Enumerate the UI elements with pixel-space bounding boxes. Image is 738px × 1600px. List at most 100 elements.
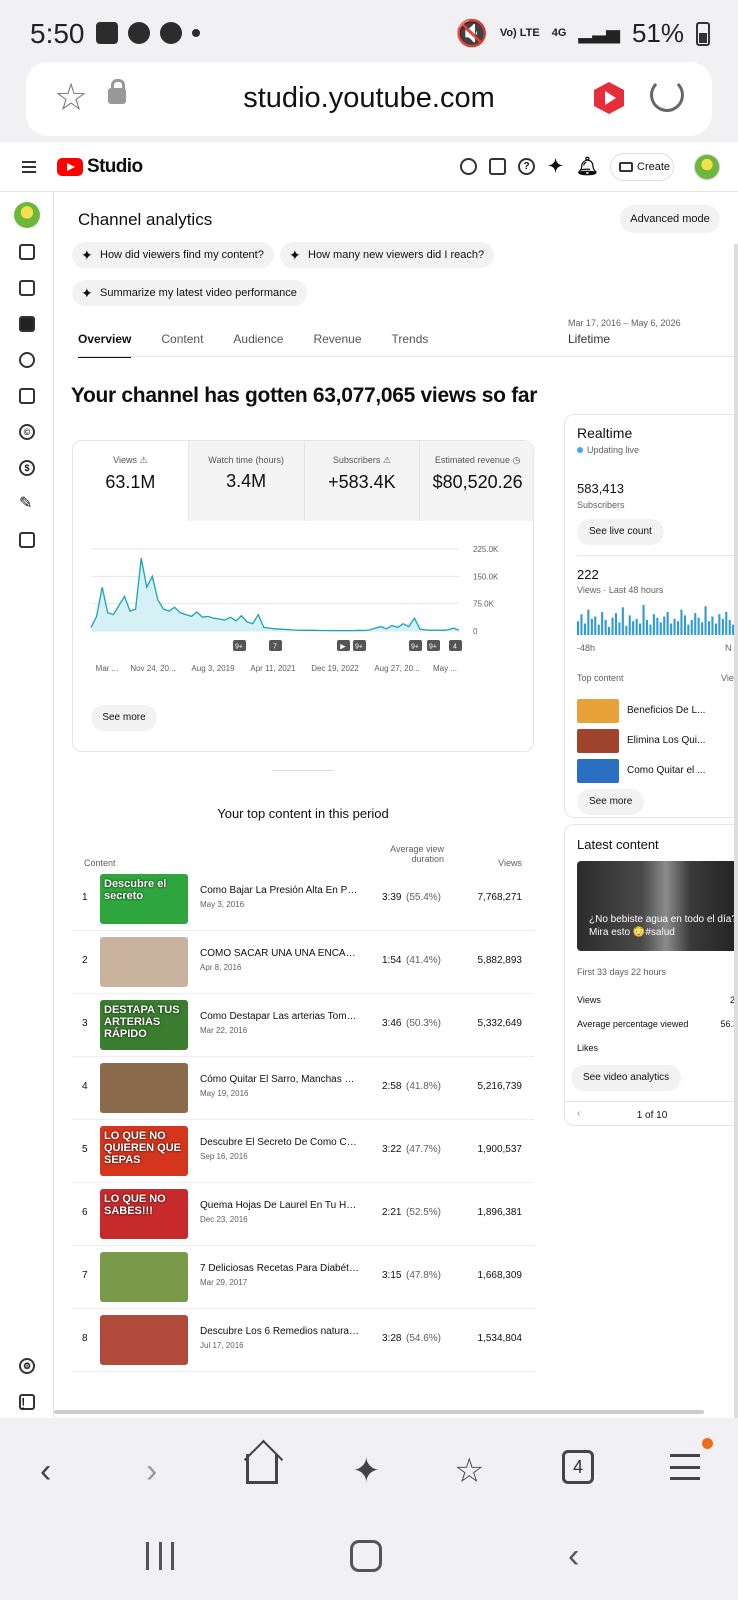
- audio-library-icon[interactable]: [19, 532, 35, 548]
- tab-trends[interactable]: Trends: [392, 332, 429, 346]
- table-row[interactable]: 7 7 Deliciosas Recetas Para Diabético... M…: [72, 1246, 534, 1309]
- video-thumbnail[interactable]: Descubre el secreto: [100, 874, 188, 924]
- system-back-icon[interactable]: ‹: [568, 1539, 579, 1573]
- messenger-icon: [128, 22, 150, 44]
- content-icon[interactable]: [19, 280, 35, 296]
- metric-subscribers[interactable]: Subscribers ⚠ +583.4K: [304, 441, 421, 521]
- vertical-scrollbar[interactable]: [734, 244, 738, 1418]
- video-title[interactable]: Quema Hojas De Laurel En Tu Hoga...: [200, 1200, 360, 1211]
- analytics-icon[interactable]: [19, 316, 35, 332]
- create-button[interactable]: Create: [610, 153, 674, 181]
- bookmarks-icon[interactable]: ☆: [454, 1454, 484, 1488]
- video-title[interactable]: Descubre Los 6 Remedios natural ...: [200, 1326, 360, 1337]
- video-thumbnail[interactable]: [100, 1315, 188, 1365]
- video-views: 1,900,537: [477, 1144, 523, 1155]
- realtime-item[interactable]: Elimina Los Qui...: [577, 729, 737, 755]
- copyright-icon[interactable]: ©: [19, 424, 35, 440]
- video-title[interactable]: COMO SACAR UNA UÑA ENCARNA...: [200, 948, 360, 959]
- metric-watch-time[interactable]: Watch time (hours) 3.4M: [188, 441, 305, 521]
- video-thumbnail[interactable]: DESTAPA TUS ARTERIAS RÁPIDO: [100, 1000, 188, 1050]
- video-thumbnail[interactable]: [100, 1252, 188, 1302]
- settings-gear-icon[interactable]: ⚙: [19, 1358, 35, 1374]
- reload-icon[interactable]: [650, 78, 684, 112]
- realtime-bar: [590, 618, 593, 635]
- video-thumbnail[interactable]: LO QUE NO QUIEREN QUE SEPAS: [100, 1126, 188, 1176]
- see-live-count-button[interactable]: See live count: [577, 519, 664, 545]
- row-rank: 6: [82, 1207, 88, 1218]
- ai-sparkle-icon[interactable]: ✦: [547, 157, 564, 175]
- dashboard-icon[interactable]: [19, 244, 35, 260]
- metric-views[interactable]: Views ⚠ 63.1M: [73, 441, 189, 521]
- latest-video-thumbnail[interactable]: ¿No bebiste agua en todo el día? Mira es…: [577, 861, 738, 951]
- realtime-item[interactable]: Como Quitar el ...: [577, 759, 737, 785]
- table-row[interactable]: 1 Descubre el secreto Como Bajar La Presió…: [72, 868, 534, 931]
- earn-icon[interactable]: $: [19, 460, 35, 476]
- date-range[interactable]: Mar 17, 2016 – May 6, 2026: [568, 318, 681, 328]
- subtitles-icon[interactable]: [19, 388, 35, 404]
- views-line-chart[interactable]: 225.0K 150.0K 75.0K 0 9+ 7 ▶ 9+ 9+ 9+ 4 Mar ... Nov …: [73, 521, 534, 701]
- tab-content[interactable]: Content: [161, 332, 203, 346]
- search-icon[interactable]: [460, 158, 477, 175]
- avg-view-duration: 3:15: [382, 1270, 402, 1281]
- realtime-item-thumbnail: [577, 759, 619, 783]
- tab-audience[interactable]: Audience: [233, 332, 283, 346]
- video-thumbnail[interactable]: [100, 937, 188, 987]
- see-video-analytics-button[interactable]: See video analytics: [571, 1065, 682, 1091]
- horizontal-scrollbar[interactable]: [54, 1410, 704, 1414]
- back-icon[interactable]: ‹: [40, 1454, 51, 1488]
- feedback-icon[interactable]: [489, 158, 506, 175]
- realtime-item-title: Beneficios De L...: [627, 705, 706, 716]
- tab-revenue[interactable]: Revenue: [313, 332, 361, 346]
- forward-icon[interactable]: ›: [146, 1454, 157, 1488]
- video-title[interactable]: Cómo Quitar El Sarro, Manchas Y S...: [200, 1074, 360, 1085]
- realtime-bar: [666, 611, 669, 635]
- video-thumbnail[interactable]: [100, 1063, 188, 1113]
- realtime-see-more-button[interactable]: See more: [577, 789, 645, 815]
- table-row[interactable]: 4 Cómo Quitar El Sarro, Manchas Y S... May…: [72, 1057, 534, 1120]
- tab-overview[interactable]: Overview: [78, 332, 132, 358]
- system-home-icon[interactable]: [350, 1540, 382, 1572]
- table-row[interactable]: 5 LO QUE NO QUIEREN QUE SEPAS Descubre El …: [72, 1120, 534, 1183]
- video-title[interactable]: Descubre El Secreto De Como Curar...: [200, 1137, 360, 1148]
- ai-chip-new-viewers[interactable]: How many new viewers did I reach?: [280, 242, 495, 268]
- realtime-bar: [583, 623, 586, 635]
- send-feedback-icon[interactable]: !: [19, 1394, 35, 1413]
- video-title[interactable]: Como Destapar Las arterias Toman...: [200, 1011, 360, 1022]
- realtime-bar-chart[interactable]: [577, 603, 738, 635]
- help-icon[interactable]: ?: [518, 158, 535, 175]
- table-row[interactable]: 6 LO QUE NO SABES!!! Quema Hojas De Laurel…: [72, 1183, 534, 1246]
- metric-revenue[interactable]: Estimated revenue ◷ $80,520.26: [420, 441, 533, 521]
- row-rank: 7: [82, 1270, 88, 1281]
- realtime-item[interactable]: Beneficios De L...: [577, 699, 737, 725]
- realtime-subscribers-value: 583,413: [577, 481, 624, 496]
- metric-label: Views ⚠: [113, 455, 148, 465]
- see-more-button[interactable]: See more: [91, 705, 157, 731]
- browser-menu-icon[interactable]: [670, 1454, 700, 1480]
- customization-icon[interactable]: ✎: [19, 496, 35, 512]
- realtime-top-content-label: Top content: [577, 673, 624, 683]
- menu-icon[interactable]: [22, 161, 36, 173]
- thumbnail-text: LO QUE NO QUIEREN QUE SEPAS: [104, 1130, 182, 1166]
- realtime-bar: [721, 618, 724, 635]
- video-thumbnail[interactable]: LO QUE NO SABES!!!: [100, 1189, 188, 1239]
- home-icon[interactable]: [246, 1454, 278, 1484]
- ai-chip-summarize[interactable]: Summarize my latest video performance: [72, 280, 307, 306]
- recents-icon[interactable]: [146, 1542, 174, 1570]
- video-title[interactable]: 7 Deliciosas Recetas Para Diabético...: [200, 1263, 360, 1274]
- ai-sparkle-icon[interactable]: ✦: [352, 1454, 381, 1488]
- tab-switcher[interactable]: 4: [562, 1450, 594, 1484]
- x-tick-label: Nov 24, 20...: [130, 664, 175, 673]
- notifications-bell-icon[interactable]: 🔔︎: [576, 157, 599, 175]
- video-title[interactable]: Como Bajar La Presión Alta En Poc...: [200, 885, 360, 896]
- ai-chip-viewers-find[interactable]: How did viewers find my content?: [72, 242, 274, 268]
- table-row[interactable]: 2 COMO SACAR UNA UÑA ENCARNA... Apr 8, 201…: [72, 931, 534, 994]
- url-bar[interactable]: ☆ studio.youtube.com: [26, 62, 712, 136]
- advanced-mode-button[interactable]: Advanced mode: [620, 205, 720, 233]
- studio-logo[interactable]: Studio: [57, 156, 143, 178]
- channel-avatar[interactable]: [14, 202, 40, 228]
- table-row[interactable]: 3 DESTAPA TUS ARTERIAS RÁPIDO Como Destapa…: [72, 994, 534, 1057]
- table-row[interactable]: 8 Descubre Los 6 Remedios natural ... Jul …: [72, 1309, 534, 1372]
- account-avatar[interactable]: [694, 154, 720, 180]
- period-selector[interactable]: Lifetime: [568, 332, 610, 346]
- community-icon[interactable]: [19, 352, 35, 368]
